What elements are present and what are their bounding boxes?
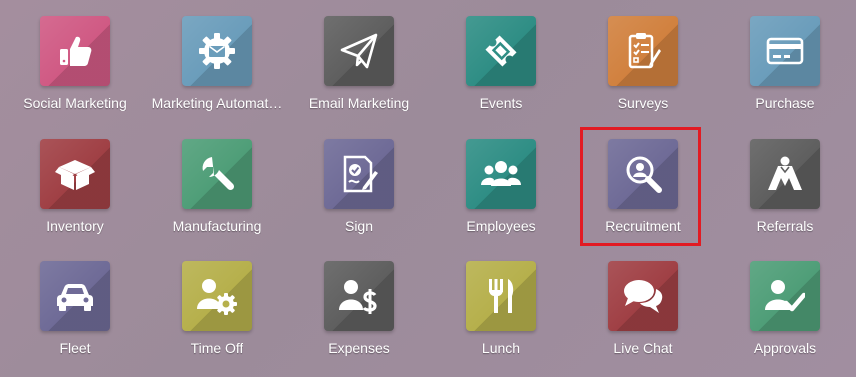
- app-label: Inventory: [46, 218, 104, 234]
- app-label: Social Marketing: [23, 95, 127, 111]
- app-label: Sign: [344, 218, 374, 234]
- app-tile[interactable]: [182, 16, 252, 86]
- app-inventory[interactable]: Inventory: [5, 123, 145, 243]
- users-icon: [481, 161, 521, 186]
- app-email-marketing[interactable]: Email Marketing: [289, 0, 429, 120]
- box-icon: [55, 160, 95, 190]
- app-tile[interactable]: [466, 139, 536, 209]
- app-lunch[interactable]: Lunch: [431, 245, 571, 365]
- fork-knife-icon: [489, 279, 514, 313]
- ticket-icon: [485, 35, 517, 67]
- app-live-chat[interactable]: Live Chat: [573, 245, 713, 365]
- app-referrals[interactable]: Referrals: [715, 123, 855, 243]
- app-tile[interactable]: [324, 139, 394, 209]
- gear-mail-icon: [199, 33, 235, 69]
- app-tile[interactable]: [750, 16, 820, 86]
- app-tile[interactable]: [324, 16, 394, 86]
- hero-cape-icon: [768, 156, 802, 190]
- app-label: Purchase: [755, 95, 815, 111]
- app-tile[interactable]: [466, 16, 536, 86]
- signed-document-icon: [343, 155, 378, 193]
- app-tile[interactable]: [40, 139, 110, 209]
- paper-plane-icon: [340, 33, 378, 69]
- app-fleet[interactable]: Fleet: [5, 245, 145, 365]
- user-check-icon: [765, 280, 805, 312]
- app-label: Employees: [466, 218, 536, 234]
- app-manufacturing[interactable]: Manufacturing: [147, 123, 287, 243]
- chat-bubbles-icon: [624, 280, 663, 313]
- clipboard-check-icon: [628, 33, 661, 69]
- app-tile[interactable]: [750, 139, 820, 209]
- app-tile[interactable]: [40, 261, 110, 331]
- app-label: Events: [479, 95, 523, 111]
- car-icon: [57, 284, 93, 311]
- user-dollar-icon: [339, 280, 377, 314]
- app-surveys[interactable]: Surveys: [573, 0, 713, 120]
- app-social-marketing[interactable]: Social Marketing: [5, 0, 145, 120]
- app-label: Live Chat: [613, 340, 673, 356]
- app-label: Marketing Automat…: [151, 95, 283, 111]
- magnifier-user-icon: [626, 156, 662, 193]
- app-tile[interactable]: [466, 261, 536, 331]
- app-label: Fleet: [59, 340, 91, 356]
- app-employees[interactable]: Employees: [431, 123, 571, 243]
- app-label: Referrals: [756, 218, 814, 234]
- app-label: Lunch: [481, 340, 521, 356]
- app-marketing-automation[interactable]: Marketing Automat…: [147, 0, 287, 120]
- user-gear-icon: [197, 279, 237, 315]
- wrench-icon: [202, 157, 235, 191]
- app-tile[interactable]: [608, 16, 678, 86]
- thumbs-up-icon: [60, 36, 92, 66]
- app-label: Expenses: [328, 340, 390, 356]
- app-events[interactable]: Events: [431, 0, 571, 120]
- app-tile[interactable]: [608, 261, 678, 331]
- app-tile[interactable]: [324, 261, 394, 331]
- app-tile[interactable]: [750, 261, 820, 331]
- app-grid: Social Marketing Marketing Automat… Emai…: [0, 0, 856, 377]
- app-sign[interactable]: Sign: [289, 123, 429, 243]
- app-tile[interactable]: [182, 261, 252, 331]
- app-label: Time Off: [190, 340, 244, 356]
- app-expenses[interactable]: Expenses: [289, 245, 429, 365]
- app-label: Email Marketing: [308, 95, 410, 111]
- app-purchase[interactable]: Purchase: [715, 0, 855, 120]
- app-label: Approvals: [753, 340, 817, 356]
- app-tile[interactable]: [40, 16, 110, 86]
- credit-card-icon: [766, 37, 804, 65]
- app-approvals[interactable]: Approvals: [715, 245, 855, 365]
- app-time-off[interactable]: Time Off: [147, 245, 287, 365]
- app-label: Surveys: [617, 95, 669, 111]
- app-tile[interactable]: [182, 139, 252, 209]
- app-label: Manufacturing: [172, 218, 262, 234]
